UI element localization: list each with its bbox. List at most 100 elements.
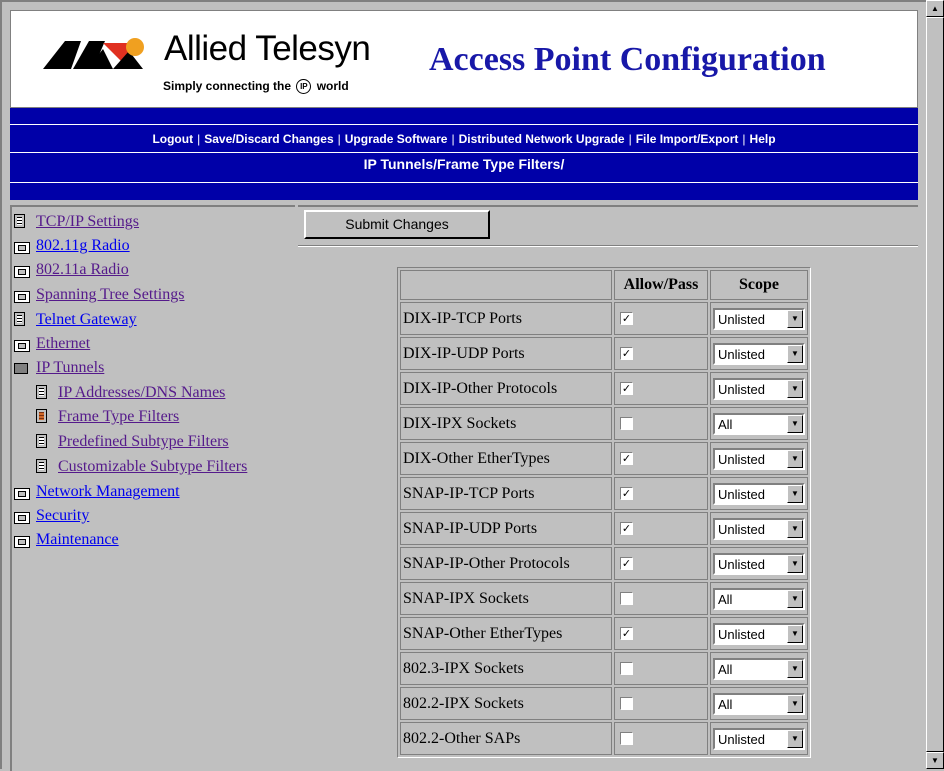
scope-select[interactable]: All ▼: [713, 692, 805, 715]
allow-pass-checkbox[interactable]: ✓: [620, 347, 633, 361]
dropdown-arrow-icon[interactable]: ▼: [787, 519, 803, 538]
sidebar-item-label: 802.11g Radio: [36, 237, 130, 254]
scope-select[interactable]: All ▼: [713, 587, 805, 610]
scope-cell: All ▼: [710, 582, 808, 615]
scroll-up-arrow-icon[interactable]: ▲: [926, 0, 944, 17]
allow-pass-checkbox[interactable]: [620, 732, 633, 746]
scope-value: Unlisted: [718, 311, 765, 327]
brand-tagline: Simply connecting the IP world: [163, 79, 349, 95]
allow-pass-checkbox[interactable]: [620, 417, 633, 431]
column-header-scope: Scope: [710, 270, 808, 300]
dropdown-arrow-icon[interactable]: ▼: [787, 729, 803, 748]
allow-pass-checkbox[interactable]: ✓: [620, 487, 633, 501]
allow-cell: [614, 722, 708, 755]
sidebar-item-label: Spanning Tree Settings: [36, 286, 185, 303]
content-divider: [298, 245, 918, 247]
vertical-scrollbar[interactable]: ▲ ▼: [926, 0, 944, 769]
nav-logout-link[interactable]: Logout: [152, 132, 193, 146]
scope-select[interactable]: Unlisted ▼: [713, 552, 805, 575]
sidebar-item-label: IP Tunnels: [36, 359, 105, 376]
allow-cell: ✓: [614, 302, 708, 335]
sidebar-item-maintenance[interactable]: Maintenance: [14, 531, 119, 549]
sidebar-item-ip-tunnels[interactable]: IP Tunnels: [14, 359, 105, 377]
scope-select[interactable]: Unlisted ▼: [713, 447, 805, 470]
sidebar-item-label: Security: [36, 507, 90, 524]
sidebar-item-frame-type-filters[interactable]: Frame Type Filters: [36, 408, 179, 426]
allow-pass-checkbox[interactable]: ✓: [620, 452, 633, 466]
scope-select[interactable]: All ▼: [713, 657, 805, 680]
nav-save-discard-link[interactable]: Save/Discard Changes: [204, 132, 333, 146]
sidebar-item-telnet-gateway[interactable]: Telnet Gateway: [14, 311, 137, 329]
dropdown-arrow-icon[interactable]: ▼: [787, 659, 803, 678]
sidebar-item-label: Customizable Subtype Filters: [58, 458, 248, 475]
dropdown-arrow-icon[interactable]: ▼: [787, 554, 803, 573]
dropdown-arrow-icon[interactable]: ▼: [787, 449, 803, 468]
table-row: DIX-IPX Sockets All ▼: [400, 407, 808, 440]
sidebar-item-security[interactable]: Security: [14, 507, 90, 525]
nav-help-link[interactable]: Help: [750, 132, 776, 146]
page-title: Access Point Configuration: [429, 41, 826, 78]
allow-pass-checkbox[interactable]: ✓: [620, 382, 633, 396]
table-row: DIX-IP-UDP Ports ✓ Unlisted ▼: [400, 337, 808, 370]
sidebar-item-spanning-tree[interactable]: Spanning Tree Settings: [14, 286, 185, 304]
scroll-down-arrow-icon[interactable]: ▼: [926, 752, 944, 769]
allow-pass-checkbox[interactable]: [620, 662, 633, 676]
scope-value: Unlisted: [718, 451, 765, 467]
sidebar-item-tcpip-settings[interactable]: TCP/IP Settings: [14, 213, 139, 231]
allow-pass-checkbox[interactable]: ✓: [620, 557, 633, 571]
scope-select[interactable]: Unlisted ▼: [713, 377, 805, 400]
nav-file-import-export-link[interactable]: File Import/Export: [636, 132, 739, 146]
sidebar-item-80211a-radio[interactable]: 802.11a Radio: [14, 261, 129, 279]
scope-select[interactable]: Unlisted ▼: [713, 517, 805, 540]
scope-value: Unlisted: [718, 626, 765, 642]
sidebar-item-customizable-subtype[interactable]: Customizable Subtype Filters: [36, 458, 248, 476]
dropdown-arrow-icon[interactable]: ▼: [787, 414, 803, 433]
scope-select[interactable]: Unlisted ▼: [713, 307, 805, 330]
dropdown-arrow-icon[interactable]: ▼: [787, 379, 803, 398]
tagline-pre: Simply connecting the: [163, 79, 292, 93]
scope-value: Unlisted: [718, 346, 765, 362]
sidebar-item-label: Network Management: [36, 483, 180, 500]
scope-select[interactable]: Unlisted ▼: [713, 342, 805, 365]
dropdown-arrow-icon[interactable]: ▼: [787, 344, 803, 363]
scope-select[interactable]: All ▼: [713, 412, 805, 435]
dropdown-arrow-icon[interactable]: ▼: [787, 694, 803, 713]
table-header-row: Allow/Pass Scope: [400, 270, 808, 300]
breadcrumb: IP Tunnels/Frame Type Filters/: [363, 156, 565, 172]
scope-select[interactable]: Unlisted ▼: [713, 727, 805, 750]
sidebar-item-ethernet[interactable]: Ethernet: [14, 335, 90, 353]
allow-pass-checkbox[interactable]: ✓: [620, 312, 633, 326]
sidebar-item-network-management[interactable]: Network Management: [14, 483, 180, 501]
nav-distributed-upgrade-link[interactable]: Distributed Network Upgrade: [459, 132, 625, 146]
dropdown-arrow-icon[interactable]: ▼: [787, 589, 803, 608]
allow-pass-checkbox[interactable]: ✓: [620, 627, 633, 641]
dropdown-arrow-icon[interactable]: ▼: [787, 484, 803, 503]
sidebar-item-predefined-subtype[interactable]: Predefined Subtype Filters: [36, 433, 229, 451]
allow-pass-checkbox[interactable]: [620, 697, 633, 711]
submit-changes-button[interactable]: Submit Changes: [304, 210, 490, 239]
scroll-thumb[interactable]: [926, 17, 944, 752]
scope-select[interactable]: Unlisted ▼: [713, 482, 805, 505]
dropdown-arrow-icon[interactable]: ▼: [787, 624, 803, 643]
filter-name-cell: SNAP-Other EtherTypes: [400, 617, 612, 650]
allied-telesyn-logo-icon: [43, 38, 144, 69]
filter-name-cell: SNAP-IP-TCP Ports: [400, 477, 612, 510]
allow-cell: ✓: [614, 477, 708, 510]
allow-cell: [614, 407, 708, 440]
dropdown-arrow-icon[interactable]: ▼: [787, 309, 803, 328]
allow-pass-checkbox[interactable]: [620, 592, 633, 606]
table-row: DIX-Other EtherTypes ✓ Unlisted ▼: [400, 442, 808, 475]
table-row: SNAP-IP-Other Protocols ✓ Unlisted ▼: [400, 547, 808, 580]
scope-value: All: [718, 661, 733, 677]
folder-closed-icon: [14, 536, 30, 548]
folder-open-icon: [14, 363, 28, 374]
table-row: 802.2-Other SAPs Unlisted ▼: [400, 722, 808, 755]
scope-select[interactable]: Unlisted ▼: [713, 622, 805, 645]
nav-divider: [10, 182, 918, 183]
folder-closed-icon: [14, 291, 30, 303]
nav-upgrade-software-link[interactable]: Upgrade Software: [345, 132, 448, 146]
allow-pass-checkbox[interactable]: ✓: [620, 522, 633, 536]
sidebar-item-ip-addresses[interactable]: IP Addresses/DNS Names: [36, 384, 225, 402]
brand-name: Allied Telesyn: [164, 29, 371, 68]
sidebar-item-80211g-radio[interactable]: 802.11g Radio: [14, 237, 130, 255]
